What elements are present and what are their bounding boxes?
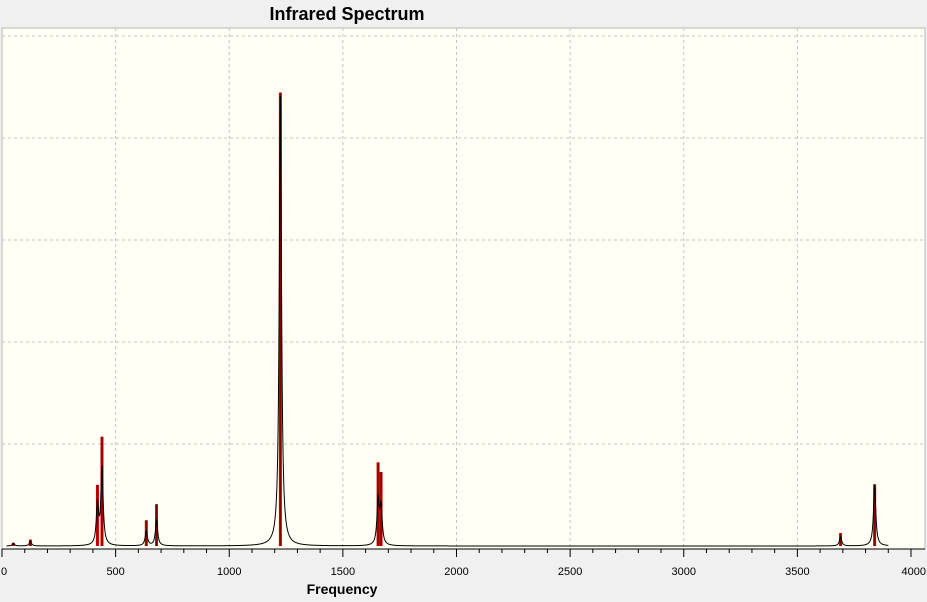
ir-spectrum-chart: Infrared Spectrum 0 500 1000 1500 2000 2500 30… — [0, 0, 927, 602]
chart-title: Infrared Spectrum — [269, 4, 424, 24]
x-axis-label: Frequency — [307, 581, 378, 597]
x-tick-label: 1500 — [331, 566, 355, 578]
x-tick-label: 500 — [106, 566, 124, 578]
x-tick-label: 3000 — [672, 566, 696, 578]
x-tick-label: 1000 — [217, 566, 241, 578]
x-tick-label: 3500 — [785, 566, 809, 578]
x-tick-label: 0 — [1, 566, 7, 578]
x-tick-label: 4000 — [902, 566, 926, 578]
plot-area — [1, 27, 926, 550]
x-tick-label: 2500 — [558, 566, 582, 578]
x-tick-label: 2000 — [444, 566, 468, 578]
